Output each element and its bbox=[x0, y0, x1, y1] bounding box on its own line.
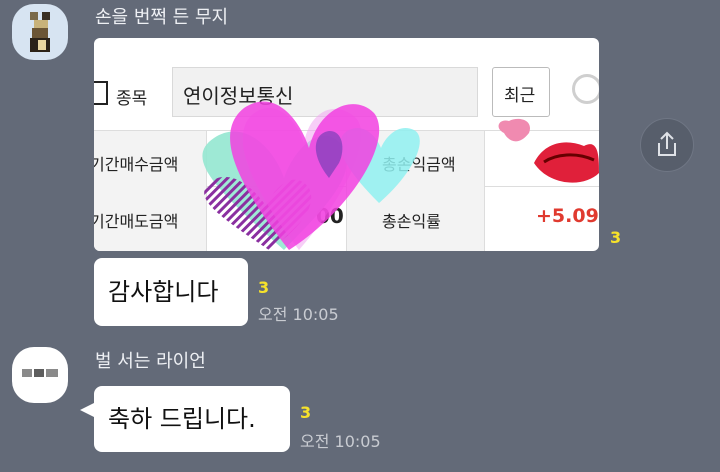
avatar-ryan[interactable] bbox=[12, 347, 68, 403]
message-timestamp: 오전 10:05 bbox=[258, 305, 339, 324]
unread-count: 3 bbox=[610, 228, 622, 247]
message-bubble[interactable]: 축하 드립니다. bbox=[94, 386, 290, 452]
unread-count: 3 bbox=[300, 403, 312, 422]
message-bubble[interactable]: 감사합니다 bbox=[94, 258, 248, 326]
sender-name: 손을 번쩍 든 무지 bbox=[95, 7, 229, 28]
unread-count: 3 bbox=[258, 278, 270, 297]
avatar-muzi[interactable] bbox=[12, 4, 68, 60]
heart-sticker bbox=[202, 101, 599, 250]
avatar-muzi-image bbox=[30, 12, 50, 52]
share-icon bbox=[658, 131, 676, 156]
message-timestamp: 오전 10:05 bbox=[300, 432, 381, 451]
avatar-ryan-image bbox=[22, 369, 58, 377]
shared-image[interactable]: 종목 연이정보통신 최근 기간매수금액 총손익금액 기간매도금액 00 총손익률… bbox=[94, 38, 599, 251]
share-button[interactable] bbox=[640, 118, 694, 172]
sender-name: 벌 서는 라이언 bbox=[95, 351, 206, 372]
